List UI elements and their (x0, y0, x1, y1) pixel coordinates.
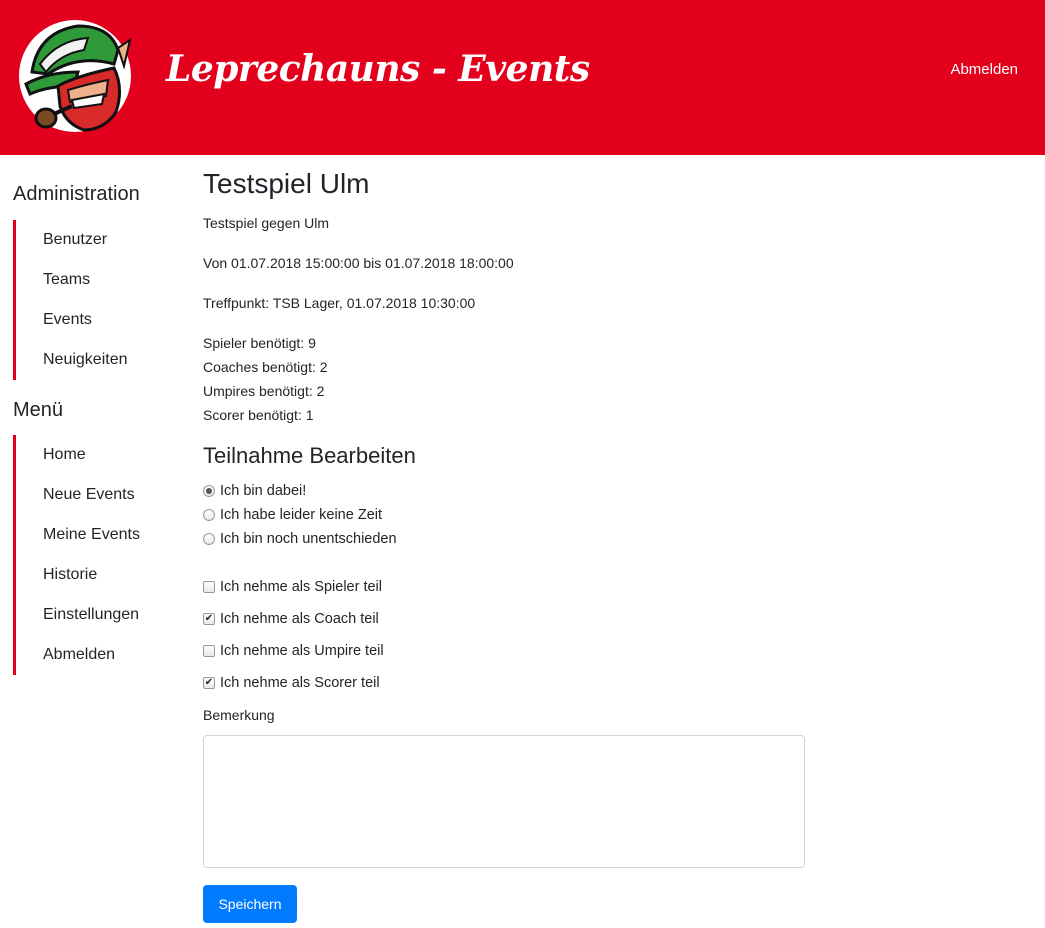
brand-title[interactable]: Leprechauns - Events (166, 48, 590, 90)
event-title: Testspiel Ulm (203, 168, 370, 199)
save-button[interactable]: Speichern (203, 885, 297, 923)
checkbox[interactable] (203, 645, 215, 657)
needs-players: Spieler benötigt: 9 (203, 335, 316, 351)
sidebar-admin-group: Benutzer Teams Events Neuigkeiten (13, 220, 176, 380)
remark-textarea[interactable] (203, 735, 805, 868)
checkbox-scorer[interactable]: ✔ Ich nehme als Scorer teil (203, 673, 380, 693)
sidebar-item-neue-events[interactable]: Neue Events (16, 475, 176, 515)
needs-coaches: Coaches benötigt: 2 (203, 359, 328, 375)
needs-umpires: Umpires benötigt: 2 (203, 383, 325, 399)
sidebar-menu-group: Home Neue Events Meine Events Historie E… (13, 435, 176, 675)
checkbox-coach[interactable]: ✔ Ich nehme als Coach teil (203, 609, 379, 629)
leprechaun-logo[interactable] (18, 14, 136, 138)
radio-option-dabei[interactable]: Ich bin dabei! (203, 481, 306, 501)
checkbox[interactable] (203, 581, 215, 593)
checkbox-label: Ich nehme als Coach teil (220, 611, 379, 627)
event-time: Von 01.07.2018 15:00:00 bis 01.07.2018 1… (203, 255, 514, 271)
radio-button[interactable] (203, 485, 215, 497)
sidebar-item-benutzer[interactable]: Benutzer (16, 220, 176, 260)
radio-option-keine-zeit[interactable]: Ich habe leider keine Zeit (203, 505, 382, 525)
radio-button[interactable] (203, 533, 215, 545)
radio-button[interactable] (203, 509, 215, 521)
sidebar-item-home[interactable]: Home (16, 435, 176, 475)
checkbox-spieler[interactable]: Ich nehme als Spieler teil (203, 577, 382, 597)
checkbox-label: Ich nehme als Scorer teil (220, 675, 380, 691)
sidebar-heading-menu: Menü (13, 399, 64, 421)
checkbox-label: Ich nehme als Umpire teil (220, 643, 384, 659)
header-logout-link[interactable]: Abmelden (950, 61, 1018, 78)
sidebar-item-teams[interactable]: Teams (16, 260, 176, 300)
remark-label: Bemerkung (203, 707, 275, 723)
radio-label: Ich bin dabei! (220, 483, 307, 499)
event-meeting-point: Treffpunkt: TSB Lager, 01.07.2018 10:30:… (203, 295, 476, 311)
sidebar-item-historie[interactable]: Historie (16, 555, 176, 595)
event-description: Testspiel gegen Ulm (203, 215, 330, 231)
checkbox[interactable]: ✔ (203, 677, 215, 689)
sidebar-item-neuigkeiten[interactable]: Neuigkeiten (16, 340, 176, 380)
top-navbar: Leprechauns - Events Abmelden (0, 0, 1045, 155)
sidebar-item-abmelden[interactable]: Abmelden (16, 635, 176, 675)
participation-title: Teilnahme Bearbeiten (203, 443, 416, 468)
needs-scorers: Scorer benötigt: 1 (203, 407, 314, 423)
sidebar-heading-administration: Administration (13, 183, 140, 205)
sidebar-item-einstellungen[interactable]: Einstellungen (16, 595, 176, 635)
radio-label: Ich bin noch unentschieden (220, 531, 397, 547)
sidebar-item-events[interactable]: Events (16, 300, 176, 340)
radio-option-unentschieden[interactable]: Ich bin noch unentschieden (203, 529, 397, 549)
checkbox[interactable]: ✔ (203, 613, 215, 625)
radio-label: Ich habe leider keine Zeit (220, 507, 383, 523)
sidebar-item-meine-events[interactable]: Meine Events (16, 515, 176, 555)
checkbox-label: Ich nehme als Spieler teil (220, 579, 382, 595)
checkbox-umpire[interactable]: Ich nehme als Umpire teil (203, 641, 384, 661)
